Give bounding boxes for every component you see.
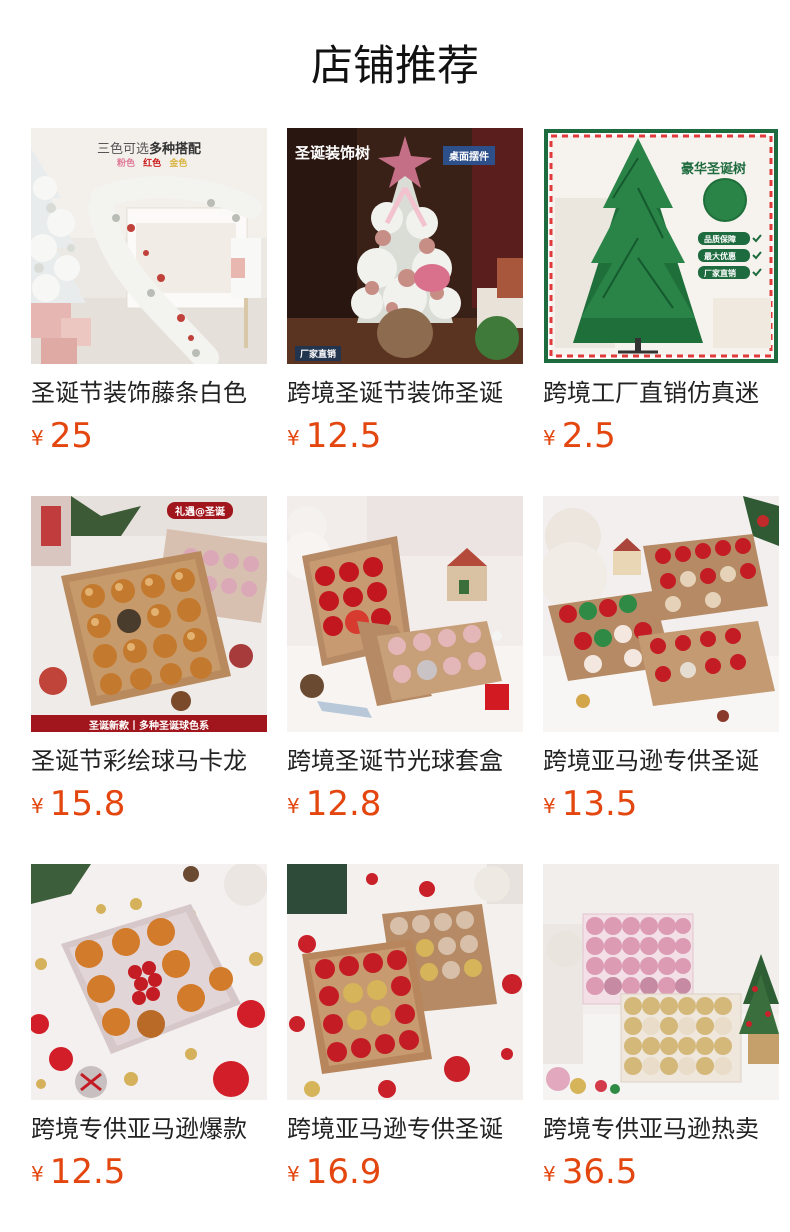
currency-symbol: ¥ <box>543 426 556 450</box>
price-value: 13.5 <box>561 784 638 824</box>
product-name[interactable]: 跨境专供亚马逊爆款 <box>31 1113 267 1145</box>
product-price: ¥36.5 <box>543 1150 779 1194</box>
image-title: 豪华圣诞树 <box>681 162 747 177</box>
product-card[interactable]: 跨境亚马逊专供圣诞 ¥16.9 <box>287 864 523 1197</box>
color-chip-red: 红色 <box>143 159 162 169</box>
product-image-gold-red-balls[interactable] <box>31 864 267 1100</box>
price-value: 15.8 <box>49 784 126 824</box>
product-card[interactable]: 豪华圣诞树 品质保障 最大优惠 厂家直销 跨境工厂直销仿真迷 ¥2.5 <box>543 128 779 461</box>
product-card[interactable]: 跨境亚马逊专供圣诞 ¥13.5 <box>543 496 779 829</box>
product-card[interactable]: 跨境专供亚马逊热卖 ¥36.5 <box>543 864 779 1197</box>
image-tagline-bold: 多种搭配 <box>149 142 202 157</box>
product-image-ornament-box[interactable] <box>287 496 523 732</box>
price-value: 12.5 <box>49 1152 126 1192</box>
product-price: ¥16.9 <box>287 1150 523 1194</box>
currency-symbol: ¥ <box>543 1162 556 1186</box>
product-name[interactable]: 跨境亚马逊专供圣诞 <box>543 745 779 777</box>
product-name[interactable]: 跨境亚马逊专供圣诞 <box>287 1113 523 1145</box>
product-image-red-green-balls[interactable] <box>543 496 779 732</box>
product-price: ¥25 <box>31 414 267 458</box>
image-badge: 桌面摆件 <box>443 146 495 165</box>
product-price: ¥13.5 <box>543 782 779 826</box>
color-chip-pink: 粉色 <box>117 159 136 169</box>
product-grid: 三色可选多种搭配 粉色 红色 金色 圣诞节装饰藤条白色 ¥25 圣诞装饰树 桌面… <box>31 128 790 1197</box>
product-image-gold-baubles[interactable]: 礼遇@圣诞 圣诞新款丨多种圣诞球色系 <box>31 496 267 732</box>
product-name[interactable]: 跨境圣诞节光球套盒 <box>287 745 523 777</box>
image-footer: 厂家直销 <box>295 346 342 361</box>
product-card[interactable]: 圣诞装饰树 桌面摆件 厂家直销 跨境圣诞节装饰圣诞 ¥12.5 <box>287 128 523 461</box>
price-value: 25 <box>49 416 93 456</box>
currency-symbol: ¥ <box>287 794 300 818</box>
feature-direct-sale: 厂家直销 <box>704 269 736 278</box>
currency-symbol: ¥ <box>31 1162 44 1186</box>
product-card[interactable]: 跨境圣诞节光球套盒 ¥12.8 <box>287 496 523 829</box>
currency-symbol: ¥ <box>287 426 300 450</box>
product-name[interactable]: 跨境专供亚马逊热卖 <box>543 1113 779 1145</box>
currency-symbol: ¥ <box>543 794 556 818</box>
product-card[interactable]: 礼遇@圣诞 圣诞新款丨多种圣诞球色系 圣诞节彩绘球马卡龙 ¥15.8 <box>31 496 267 829</box>
page-title: 店铺推荐 <box>310 41 479 90</box>
color-chip-gold: 金色 <box>169 159 188 169</box>
product-image-red-gold-balls[interactable] <box>287 864 523 1100</box>
currency-symbol: ¥ <box>31 794 44 818</box>
price-value: 36.5 <box>561 1152 638 1192</box>
product-card[interactable]: 跨境专供亚马逊爆款 ¥12.5 <box>31 864 267 1197</box>
product-image-pink-gold-balls[interactable] <box>543 864 779 1100</box>
price-value: 12.5 <box>305 416 382 456</box>
product-price: ¥12.5 <box>31 1150 267 1194</box>
product-name[interactable]: 跨境工厂直销仿真迷 <box>543 377 779 409</box>
product-price: ¥12.5 <box>287 414 523 458</box>
product-name[interactable]: 跨境圣诞节装饰圣诞 <box>287 377 523 409</box>
product-price: ¥2.5 <box>543 414 779 458</box>
currency-symbol: ¥ <box>287 1162 300 1186</box>
product-name[interactable]: 圣诞节彩绘球马卡龙 <box>31 745 267 777</box>
product-image-flocked-garland[interactable]: 三色可选多种搭配 粉色 红色 金色 <box>31 128 267 364</box>
feature-discount: 最大优惠 <box>704 252 736 261</box>
image-title: 圣诞装饰树 <box>295 144 371 162</box>
price-value: 2.5 <box>561 416 616 456</box>
product-card[interactable]: 三色可选多种搭配 粉色 红色 金色 圣诞节装饰藤条白色 ¥25 <box>31 128 267 461</box>
product-image-green-tree[interactable]: 豪华圣诞树 品质保障 最大优惠 厂家直销 <box>543 128 779 364</box>
price-value: 16.9 <box>305 1152 382 1192</box>
image-footer: 圣诞新款丨多种圣诞球色系 <box>89 721 209 732</box>
product-image-tabletop-tree[interactable]: 圣诞装饰树 桌面摆件 厂家直销 <box>287 128 523 364</box>
product-price: ¥15.8 <box>31 782 267 826</box>
feature-quality: 品质保障 <box>704 235 736 244</box>
currency-symbol: ¥ <box>31 426 44 450</box>
product-name[interactable]: 圣诞节装饰藤条白色 <box>31 377 267 409</box>
price-value: 12.8 <box>305 784 382 824</box>
product-price: ¥12.8 <box>287 782 523 826</box>
image-badge: 礼遇@圣诞 <box>167 502 233 519</box>
image-tagline: 三色可选 <box>97 142 150 157</box>
